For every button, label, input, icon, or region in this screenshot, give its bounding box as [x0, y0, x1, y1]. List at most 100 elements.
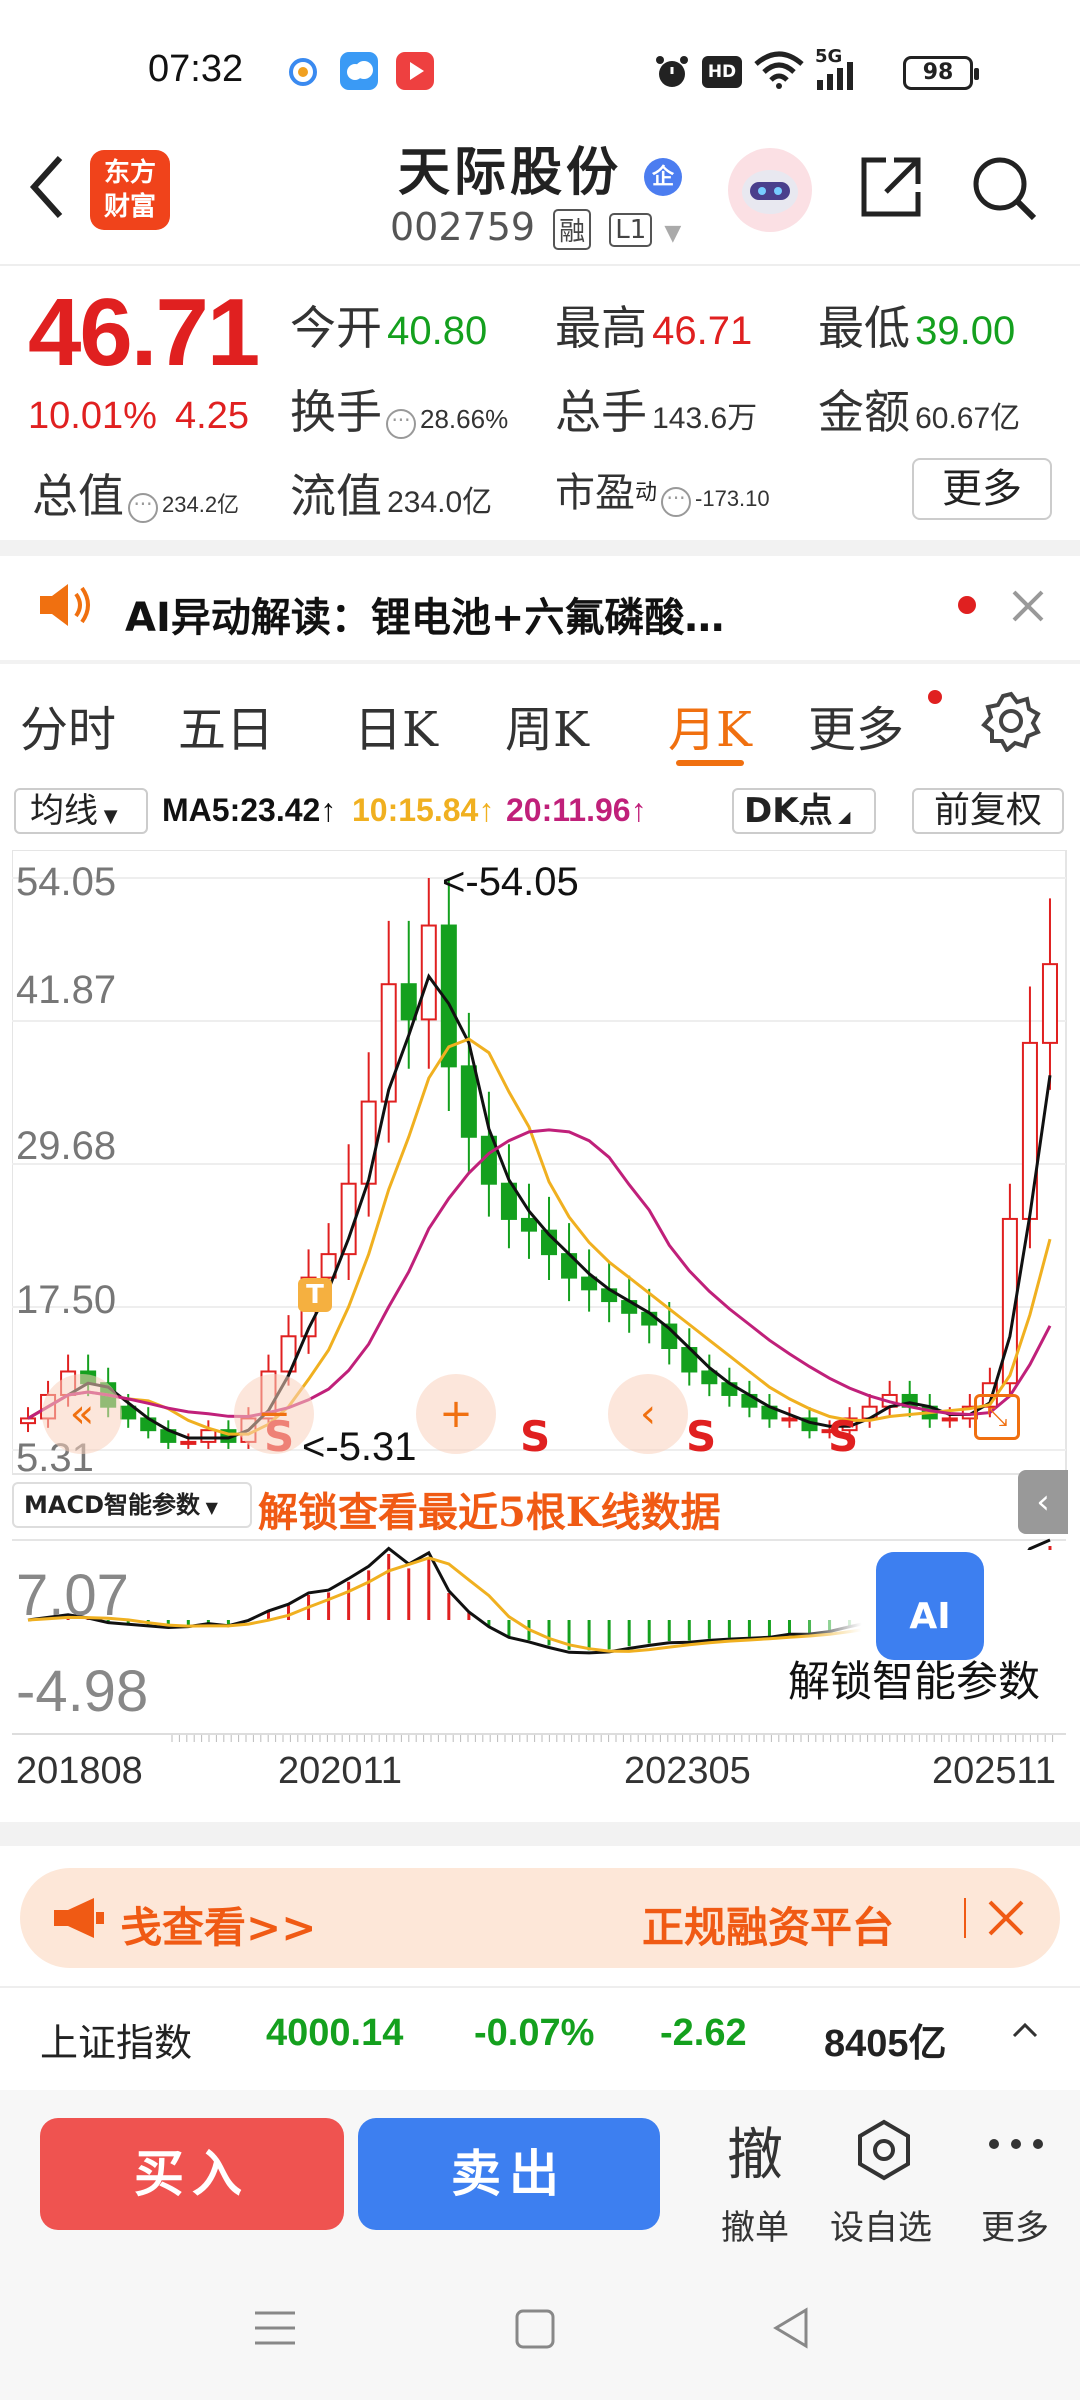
- ma10-value: 10:15.84↑: [352, 792, 495, 828]
- more-icon[interactable]: [984, 2134, 1048, 2158]
- close-icon[interactable]: [1008, 586, 1048, 630]
- cancel-order-glyph[interactable]: 撤: [700, 2110, 810, 2191]
- kline-chart[interactable]: 54.05 41.87 29.68 17.50 5.31 <-54.05 <-5…: [11, 849, 1068, 1810]
- index-name[interactable]: 上证指数: [40, 2012, 192, 2067]
- amount-stat: 金额 60.67亿: [818, 385, 1021, 439]
- wifi-icon: [752, 50, 806, 94]
- add-watchlist-icon[interactable]: [852, 2118, 916, 2186]
- float-stat: 流值 234.0亿: [290, 469, 493, 523]
- tab-daily-k[interactable]: 日K: [354, 690, 438, 760]
- section-divider: [0, 540, 1080, 556]
- ai-badge-icon: AI: [876, 1552, 984, 1660]
- candle-body: [380, 983, 397, 1103]
- more-label[interactable]: 更多: [960, 2200, 1070, 2249]
- hidden-value-icon: ···: [661, 486, 692, 517]
- adjust-select[interactable]: 前复权: [912, 788, 1064, 834]
- macd-top-value: 7.07: [16, 1563, 129, 1628]
- home-nav-icon[interactable]: [514, 2308, 556, 2354]
- back-nav-icon[interactable]: [770, 2306, 812, 2354]
- stock-code: 002759: [390, 205, 536, 249]
- y-tick-label: 41.87: [16, 968, 117, 1012]
- ma20-value: 20:11.96↑: [506, 792, 647, 828]
- tab-five-day[interactable]: 五日: [178, 690, 274, 760]
- system-nav-bar: [0, 2250, 1080, 2400]
- y-tick-label: 17.50: [16, 1278, 117, 1322]
- expand-up-icon[interactable]: [1010, 2020, 1040, 2044]
- promo-right-text[interactable]: 正规融资平台: [642, 1894, 894, 1955]
- macd-unlock-panel[interactable]: AI 解锁智能参数: [788, 1550, 1064, 1706]
- header-divider: [0, 264, 1080, 266]
- share-icon[interactable]: [856, 152, 926, 226]
- candle-body: [460, 1065, 477, 1138]
- change-percent: 10.01%: [28, 395, 157, 437]
- status-time: 07:32: [148, 48, 244, 90]
- x-tick-label: 202511: [932, 1750, 1056, 1792]
- stock-name: 天际股份: [397, 142, 622, 203]
- more-tab-dot: [928, 690, 942, 704]
- turnover-stat: 换手 ··· 28.66%: [290, 385, 509, 439]
- tab-weekly-k[interactable]: 周K: [505, 690, 589, 760]
- change-amount: 4.25: [175, 395, 249, 437]
- fullscreen-icon[interactable]: ⤡: [974, 1394, 1020, 1440]
- dk-point-select[interactable]: DK点 ◢: [732, 788, 876, 834]
- candle-body: [340, 1182, 357, 1256]
- buy-button[interactable]: 买入: [40, 2118, 344, 2230]
- candle-body: [420, 924, 437, 1021]
- zoom-out-icon[interactable]: −: [234, 1374, 314, 1454]
- level-tag: L1: [609, 212, 653, 247]
- search-icon[interactable]: [968, 152, 1040, 228]
- quote-more-button[interactable]: 更多: [912, 458, 1052, 520]
- index-divider: [0, 1986, 1080, 1988]
- low-stat: 最低 39.00: [818, 301, 1016, 355]
- macd-unlock-text[interactable]: 解锁查看最近5根K线数据: [258, 1480, 721, 1538]
- dropdown-icon[interactable]: ▼: [664, 221, 681, 246]
- rewind-icon[interactable]: «: [42, 1374, 122, 1454]
- video-app-icon: [396, 52, 434, 90]
- hidden-value-icon: ···: [128, 492, 158, 523]
- speaker-icon: [36, 580, 96, 634]
- index-change-amt: -2.62: [660, 2012, 747, 2054]
- enterprise-badge: 企: [644, 157, 683, 196]
- x-tick-label: 201808: [16, 1750, 143, 1792]
- megaphone-icon: [50, 1894, 106, 1946]
- promo-left-text[interactable]: 戋查看>>: [120, 1894, 316, 1955]
- section-divider: [0, 1822, 1080, 1846]
- low-marker-label: <-5.31: [302, 1425, 417, 1469]
- t-marker[interactable]: T: [298, 1278, 332, 1312]
- add-watchlist-label[interactable]: 设自选: [826, 2200, 936, 2249]
- ma-type-select[interactable]: 均线 ▼: [14, 788, 148, 834]
- candle-body: [20, 1417, 37, 1425]
- volume-stat: 总手 143.6万: [555, 385, 758, 439]
- step-back-icon[interactable]: ‹: [608, 1374, 688, 1454]
- margin-tag: 融: [553, 209, 592, 250]
- candle-body: [941, 1417, 958, 1422]
- tab-intraday[interactable]: 分时: [20, 690, 116, 760]
- app-notification-icon: [285, 54, 323, 92]
- high-stat: 最高 46.71: [555, 301, 753, 355]
- candle-body: [360, 1100, 377, 1185]
- menu-nav-icon[interactable]: [252, 2308, 298, 2352]
- collapse-icon[interactable]: ‹: [1018, 1470, 1068, 1534]
- ai-assistant-avatar[interactable]: [728, 148, 812, 232]
- hidden-value-icon: ···: [386, 408, 416, 439]
- tab-monthly-k[interactable]: 月K: [668, 690, 752, 760]
- battery-icon: 98: [903, 56, 979, 90]
- ma5-value: MA5:23.42↑: [162, 792, 337, 828]
- candle-body: [1021, 1041, 1038, 1220]
- promo-banner[interactable]: 戋查看>> 正规融资平台: [20, 1868, 1060, 1968]
- open-stat: 今开 40.80: [290, 301, 488, 355]
- cancel-order-label[interactable]: 撤单: [700, 2200, 810, 2249]
- candle-body: [520, 1217, 537, 1232]
- settings-icon[interactable]: [980, 690, 1042, 756]
- x-tick-label: 202011: [278, 1750, 402, 1792]
- tab-more[interactable]: 更多: [808, 690, 904, 760]
- section-divider: [0, 660, 1080, 664]
- promo-close-icon[interactable]: [984, 1896, 1028, 1944]
- signal-icon: [815, 62, 885, 94]
- ai-insight-text[interactable]: AI异动解读：锂电池+六氟磷酸…: [125, 585, 724, 643]
- macd-select[interactable]: MACD智能参数 ▼: [12, 1482, 252, 1528]
- stock-code-row: 002759 融 L1 ▼: [390, 205, 681, 250]
- sell-button[interactable]: 卖出: [358, 2118, 660, 2230]
- zoom-in-icon[interactable]: +: [416, 1374, 496, 1454]
- alarm-icon: [652, 52, 692, 96]
